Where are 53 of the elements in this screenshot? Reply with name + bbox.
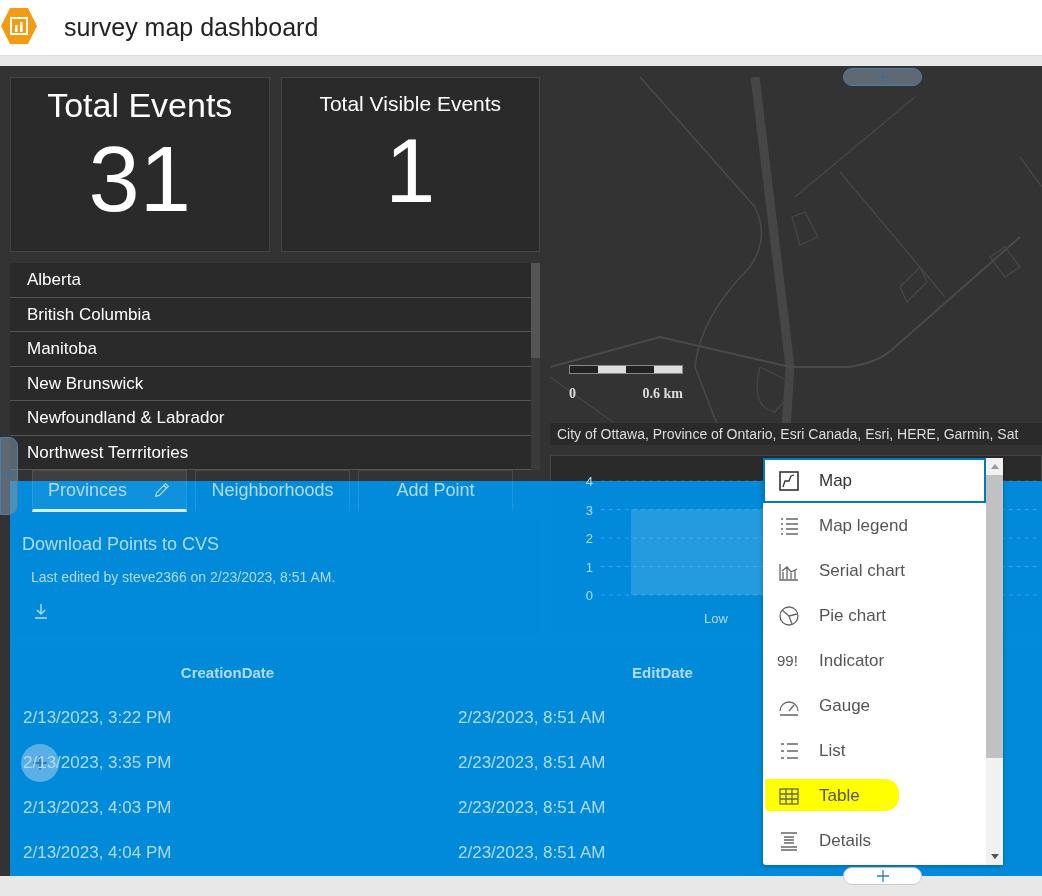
table-cell: 2/23/2023, 8:51 AM xyxy=(458,842,606,862)
menu-item[interactable]: Map xyxy=(763,458,986,503)
plus-icon xyxy=(3,468,15,480)
indicator-title: Total Visible Events xyxy=(319,92,502,116)
menu-item[interactable]: Table xyxy=(763,773,986,818)
scale-label: 0.6 km xyxy=(642,386,683,402)
map-icon xyxy=(777,469,801,492)
axis-label: Low xyxy=(704,611,728,626)
add-handle[interactable] xyxy=(843,867,922,885)
details-title: Download Points to CVS xyxy=(22,534,221,555)
edit-note: Last edited by steve2366 on 2/23/2023, 8:51 AM. xyxy=(31,569,337,585)
table-cell: 2/23/2023, 8:51 AM xyxy=(458,797,606,817)
map-attribution: City of Ottawa, Province of Ontario, Esri Canada, Esri, HERE, Garmin, Sat xyxy=(550,423,1042,445)
province-item[interactable]: New Brunswick xyxy=(10,366,531,401)
menu-item[interactable]: Details xyxy=(763,818,986,863)
add-handle[interactable] xyxy=(843,68,922,86)
download-icon[interactable] xyxy=(34,603,48,619)
menu-item[interactable]: Map legend xyxy=(763,503,986,548)
table-cell: 2/13/2023, 4:03 PM xyxy=(23,797,172,817)
table-cell: 2/13/2023, 3:35 PM xyxy=(23,752,172,772)
tab-label: Provinces xyxy=(48,479,127,501)
table-cell: 2/13/2023, 4:04 PM xyxy=(23,842,172,862)
add-handle[interactable] xyxy=(0,437,18,515)
indicator-value: 31 xyxy=(88,133,191,225)
indicator-icon: 99! xyxy=(777,652,801,669)
axis-label: 3 xyxy=(585,502,593,518)
indicator-title: Total Events xyxy=(47,86,233,125)
axis-label: 1 xyxy=(585,559,593,575)
table-cell: 2/23/2023, 8:51 AM xyxy=(458,707,606,727)
scrollbar[interactable] xyxy=(531,263,540,470)
tab-label: Neighborhoods xyxy=(211,479,334,501)
dashboard-title: survey map dashboard xyxy=(64,13,319,42)
table-cell: 2/23/2023, 8:51 AM xyxy=(458,752,606,772)
province-item[interactable]: British Columbia xyxy=(10,297,531,332)
menu-item[interactable]: Pie chart xyxy=(763,593,986,638)
tab-label: Add Point xyxy=(396,479,475,501)
axis-label: 0 xyxy=(585,588,593,603)
pencil-icon[interactable] xyxy=(153,481,171,499)
menu-item[interactable]: Serial chart xyxy=(763,548,986,593)
province-item[interactable]: Alberta xyxy=(10,263,531,298)
plus-icon xyxy=(876,71,889,83)
province-item[interactable]: Newfoundland & Labrador xyxy=(10,401,531,436)
axis-label: 2 xyxy=(585,531,593,546)
menu-item[interactable]: 99! Indicator xyxy=(763,638,986,683)
menu-item[interactable]: List xyxy=(763,728,986,773)
menu-item[interactable]: Gauge xyxy=(763,683,986,728)
scale-label: 0 xyxy=(569,386,576,402)
scrollbar[interactable] xyxy=(986,458,1003,865)
plus-icon xyxy=(876,870,889,882)
province-item[interactable]: Manitoba xyxy=(10,332,531,367)
pie-icon xyxy=(777,604,801,627)
table-cell: 2/13/2023, 3:22 PM xyxy=(23,707,172,727)
indicator-value: 1 xyxy=(385,126,436,216)
